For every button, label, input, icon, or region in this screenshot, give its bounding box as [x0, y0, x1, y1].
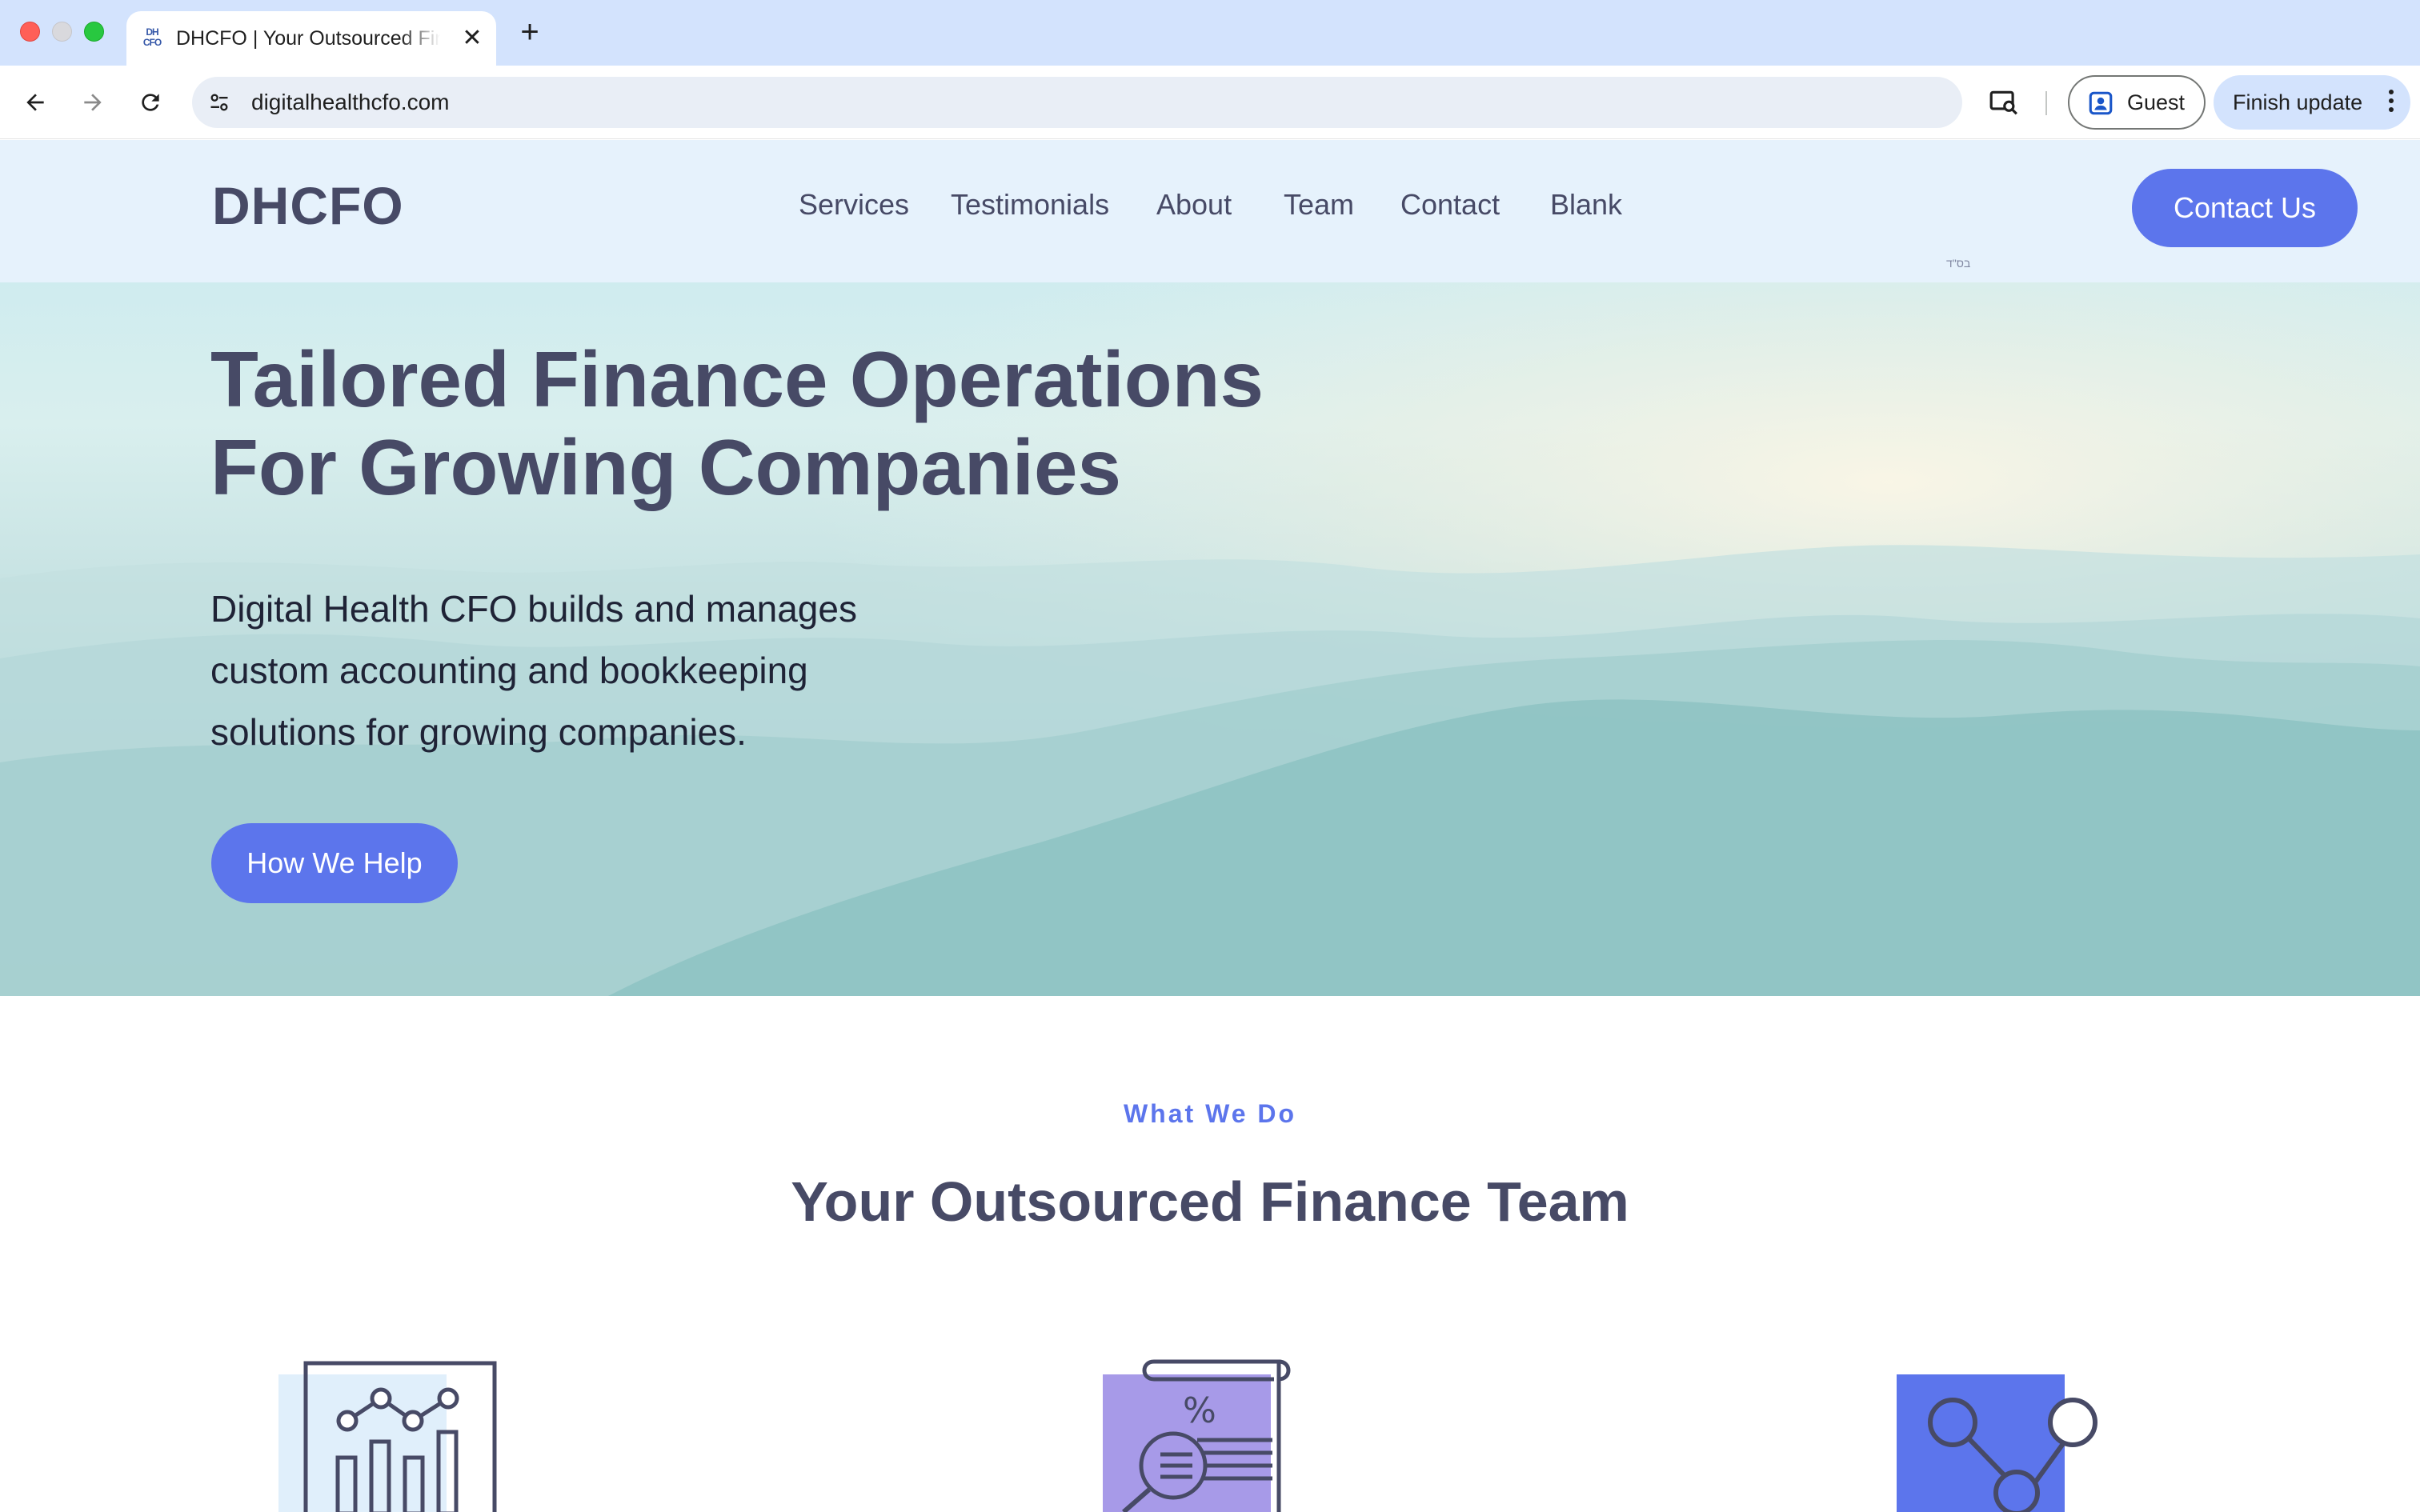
section-heading: Your Outsourced Finance Team [791, 1170, 1629, 1233]
contact-us-button[interactable]: Contact Us [2132, 169, 2358, 247]
hero-heading: Tailored Finance Operations For Growing … [210, 335, 1411, 511]
hero-section: Tailored Finance Operations For Growing … [0, 282, 2420, 996]
page-search-button[interactable] [1985, 83, 2023, 122]
how-we-help-button[interactable]: How We Help [211, 823, 458, 903]
reload-button[interactable] [131, 83, 170, 122]
tax-document-search-icon: % [1103, 1359, 1291, 1512]
nav-link-blank[interactable]: Blank [1550, 188, 1622, 222]
header-mark-text: בס"ד [1946, 257, 1971, 270]
section-eyebrow: What We Do [1123, 1099, 1297, 1128]
forward-button[interactable] [74, 83, 112, 122]
nav-link-contact[interactable]: Contact [1400, 188, 1500, 222]
toolbar-divider [2045, 91, 2047, 115]
finish-update-button[interactable]: Finish update [2214, 75, 2410, 130]
browser-tab-bar: DH CFO DHCFO | Your Outsourced Finance T… [0, 0, 2420, 66]
hero-description-line: Digital Health CFO builds and manages [210, 588, 857, 630]
close-window-button[interactable] [20, 22, 40, 42]
site-settings-icon[interactable] [205, 88, 234, 117]
hero-description: Digital Health CFO builds and manages cu… [210, 578, 947, 763]
nav-link-services[interactable]: Services [799, 188, 909, 222]
hero-heading-line: For Growing Companies [210, 423, 1121, 511]
address-bar[interactable]: digitalhealthcfo.com [192, 77, 1962, 128]
minimize-window-button[interactable] [52, 22, 72, 42]
browser-toolbar: digitalhealthcfo.com Guest Finish update [0, 66, 2420, 139]
hero-heading-line: Tailored Finance Operations [210, 335, 1264, 423]
arrow-right-icon [84, 94, 102, 111]
back-button[interactable] [16, 83, 54, 122]
arrow-left-icon [26, 94, 44, 111]
browser-tab-active[interactable]: DH CFO DHCFO | Your Outsourced Finance T… [126, 11, 496, 66]
new-tab-button[interactable]: + [512, 14, 547, 50]
nav-link-about[interactable]: About [1156, 188, 1232, 222]
finish-update-label: Finish update [2233, 90, 2363, 114]
nav-link-testimonials[interactable]: Testimonials [951, 188, 1109, 222]
reload-icon [142, 94, 159, 111]
site-logo[interactable]: DHCFO [212, 175, 404, 236]
hero-description-line: custom accounting and bookkeeping [210, 650, 808, 691]
tab-close-icon[interactable]: ✕ [459, 26, 485, 51]
hero-description-line: solutions for growing companies. [210, 711, 747, 753]
profile-button[interactable]: Guest [2068, 75, 2206, 130]
profile-label: Guest [2127, 90, 2186, 114]
maximize-window-button[interactable] [84, 22, 104, 42]
url-text: digitalhealthcfo.com [251, 90, 450, 114]
nav-link-team[interactable]: Team [1284, 188, 1354, 222]
more-menu-icon[interactable] [2388, 90, 2394, 115]
profile-icon [2089, 91, 2113, 115]
analytics-chart-icon [278, 1361, 497, 1512]
tab-title: DHCFO | Your Outsourced Finance Team [176, 27, 440, 50]
network-nodes-icon [1897, 1374, 2097, 1512]
svg-text:%: % [1183, 1390, 1216, 1431]
site-favicon-icon: DH CFO [142, 26, 162, 48]
site-header: DHCFO Services Testimonials About Team C… [0, 140, 2420, 282]
search-page-icon [1989, 90, 2017, 115]
